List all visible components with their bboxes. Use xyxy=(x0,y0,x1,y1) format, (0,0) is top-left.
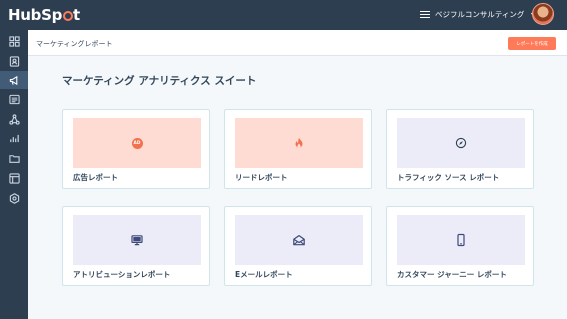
page-title: マーケティング アナリティクス スイート xyxy=(62,75,257,87)
logo-text-prefix: HubSp xyxy=(8,6,63,24)
sprocket-icon xyxy=(62,11,73,21)
contacts-icon xyxy=(9,55,19,67)
report-card-customer-journey[interactable]: カスタマー ジャーニー レポート xyxy=(386,206,534,286)
report-card-leads[interactable]: リードレポート xyxy=(224,109,372,189)
report-card-attribution[interactable]: アトリビューションレポート xyxy=(62,206,210,286)
flame-icon xyxy=(295,137,303,148)
sidebar-item-workflows[interactable] xyxy=(0,110,28,128)
logo-text-suffix: t xyxy=(73,6,80,24)
card-label: アトリビューションレポート xyxy=(73,270,171,279)
sidebar-item-settings[interactable] xyxy=(0,189,28,207)
workflows-icon xyxy=(8,113,20,125)
report-card-email[interactable]: Eメールレポート xyxy=(224,206,372,286)
email-icon xyxy=(293,235,305,246)
reports-icon xyxy=(9,134,19,142)
account-name: ベジフルコンサルティング xyxy=(435,10,525,19)
content-icon xyxy=(8,172,20,184)
sidebar-item-reports[interactable] xyxy=(0,129,28,147)
compass-icon xyxy=(455,137,467,149)
folder-icon xyxy=(8,154,20,163)
ad-icon: AD xyxy=(131,137,143,149)
dashboard-icon xyxy=(8,35,20,47)
sales-icon xyxy=(8,94,20,104)
card-thumbnail xyxy=(235,215,363,265)
sidebar-item-marketing[interactable] xyxy=(0,71,28,89)
sidebar-item-sales[interactable] xyxy=(0,90,28,108)
card-label: トラフィック ソース レポート xyxy=(397,173,500,182)
card-label: リードレポート xyxy=(235,173,288,182)
sidebar-item-contacts[interactable] xyxy=(0,52,28,70)
card-thumbnail xyxy=(397,215,525,265)
user-avatar[interactable] xyxy=(532,3,554,25)
card-thumbnail xyxy=(235,118,363,168)
account-menu-icon xyxy=(420,10,430,19)
card-label: Eメールレポート xyxy=(235,270,293,279)
card-label: カスタマー ジャーニー レポート xyxy=(397,270,507,279)
account-menu[interactable]: ベジフルコンサルティング xyxy=(420,9,539,20)
create-report-button[interactable]: レポートを作成 xyxy=(508,37,556,50)
card-thumbnail xyxy=(73,215,201,265)
mobile-icon xyxy=(457,233,465,247)
page-subheader: マーケティングレポート レポートを作成 xyxy=(28,30,567,56)
sidebar-item-files[interactable] xyxy=(0,149,28,167)
monitor-icon xyxy=(131,235,143,246)
hubspot-logo[interactable]: HubSp t xyxy=(8,5,80,25)
breadcrumb[interactable]: マーケティングレポート xyxy=(36,39,112,49)
settings-icon xyxy=(9,192,19,204)
report-card-traffic-sources[interactable]: トラフィック ソース レポート xyxy=(386,109,534,189)
card-thumbnail: AD xyxy=(73,118,201,168)
marketing-icon xyxy=(9,75,17,85)
sidebar-nav xyxy=(0,30,28,319)
card-label: 広告レポート xyxy=(73,173,118,182)
sidebar-item-content[interactable] xyxy=(0,169,28,187)
report-card-ads[interactable]: AD 広告レポート xyxy=(62,109,210,189)
top-nav-bar: HubSp t ベジフルコンサルティング xyxy=(0,0,567,30)
sidebar-item-dashboard[interactable] xyxy=(0,32,28,50)
card-thumbnail xyxy=(397,118,525,168)
